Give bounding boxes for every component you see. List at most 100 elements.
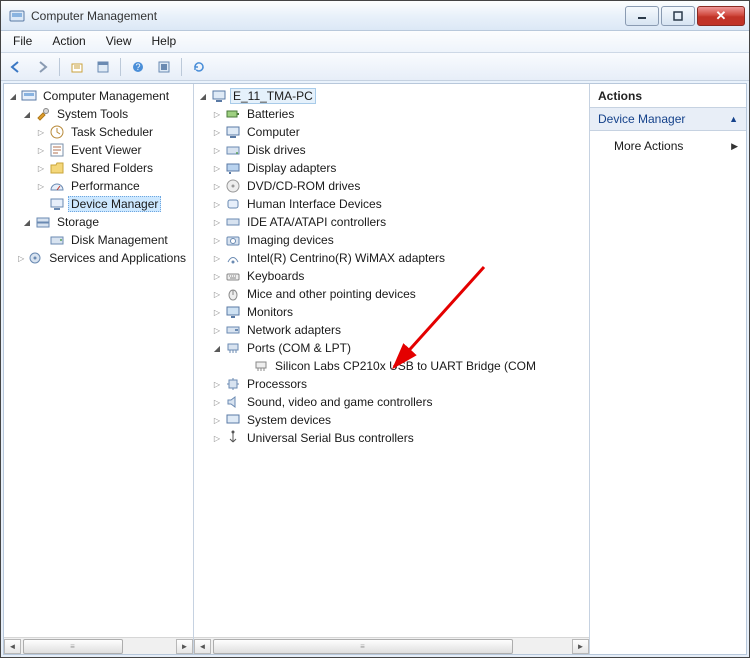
expander-icon[interactable]: [210, 233, 224, 247]
properties-button[interactable]: [92, 56, 114, 78]
clock-icon: [49, 124, 65, 140]
tree-label: Event Viewer: [71, 143, 141, 157]
expander-icon[interactable]: [34, 161, 48, 175]
expander-icon[interactable]: [34, 125, 48, 139]
forward-button[interactable]: [31, 56, 53, 78]
scroll-left-icon[interactable]: ◄: [194, 639, 211, 654]
tree-system-tools[interactable]: System Tools: [6, 105, 193, 123]
tree-shared-folders[interactable]: Shared Folders: [6, 159, 193, 177]
expander-icon[interactable]: [20, 107, 34, 121]
device-tree[interactable]: E_11_TMA-PC Batteries Computer Disk driv…: [194, 84, 589, 637]
dev-display[interactable]: Display adapters: [196, 159, 589, 177]
tree-task-scheduler[interactable]: Task Scheduler: [6, 123, 193, 141]
dev-monitors[interactable]: Monitors: [196, 303, 589, 321]
tree-event-viewer[interactable]: Event Viewer: [6, 141, 193, 159]
dev-network[interactable]: Network adapters: [196, 321, 589, 339]
center-h-scrollbar[interactable]: ◄ ≡ ►: [194, 637, 589, 654]
actions-section[interactable]: Device Manager ▲: [590, 108, 746, 131]
tree-label: Human Interface Devices: [247, 197, 382, 211]
dev-batteries[interactable]: Batteries: [196, 105, 589, 123]
expander-icon[interactable]: [210, 197, 224, 211]
refresh-button[interactable]: [188, 56, 210, 78]
expander-icon[interactable]: [210, 377, 224, 391]
expander-icon[interactable]: [210, 161, 224, 175]
expander-icon[interactable]: [34, 143, 48, 157]
device-tree-pane: E_11_TMA-PC Batteries Computer Disk driv…: [194, 84, 590, 654]
dev-disk-drives[interactable]: Disk drives: [196, 141, 589, 159]
dev-mice[interactable]: Mice and other pointing devices: [196, 285, 589, 303]
expander-icon[interactable]: [196, 89, 210, 103]
expander-icon[interactable]: [210, 143, 224, 157]
expander-icon[interactable]: [210, 269, 224, 283]
left-h-scrollbar[interactable]: ◄ ≡ ►: [4, 637, 193, 654]
dev-keyboards[interactable]: Keyboards: [196, 267, 589, 285]
toolbar-separator: [59, 58, 60, 76]
dev-wimax[interactable]: Intel(R) Centrino(R) WiMAX adapters: [196, 249, 589, 267]
expander-icon[interactable]: [210, 431, 224, 445]
scroll-right-icon[interactable]: ►: [176, 639, 193, 654]
tree-label: Task Scheduler: [71, 125, 153, 139]
help-button[interactable]: ?: [127, 56, 149, 78]
dev-processors[interactable]: Processors: [196, 375, 589, 393]
dev-hid[interactable]: Human Interface Devices: [196, 195, 589, 213]
menu-action[interactable]: Action: [42, 31, 95, 52]
dev-ports[interactable]: Ports (COM & LPT): [196, 339, 589, 357]
cpu-icon: [225, 376, 241, 392]
dev-computer[interactable]: Computer: [196, 123, 589, 141]
dev-sound[interactable]: Sound, video and game controllers: [196, 393, 589, 411]
storage-icon: [35, 214, 51, 230]
scroll-thumb[interactable]: ≡: [23, 639, 123, 654]
scroll-right-icon[interactable]: ►: [572, 639, 589, 654]
dev-ports-child[interactable]: Silicon Labs CP210x USB to UART Bridge (…: [196, 357, 589, 375]
expander-icon[interactable]: [210, 179, 224, 193]
scroll-thumb[interactable]: ≡: [213, 639, 513, 654]
dev-imaging[interactable]: Imaging devices: [196, 231, 589, 249]
up-button[interactable]: [66, 56, 88, 78]
console-tree[interactable]: Computer Management System Tools Task Sc…: [4, 84, 193, 637]
expander-icon[interactable]: [210, 305, 224, 319]
expander-icon[interactable]: [210, 215, 224, 229]
tree-disk-management[interactable]: Disk Management: [6, 231, 193, 249]
dev-usb[interactable]: Universal Serial Bus controllers: [196, 429, 589, 447]
tree-label: Keyboards: [247, 269, 304, 283]
expander-icon: [34, 197, 48, 211]
expander-icon: [34, 233, 48, 247]
show-hide-button[interactable]: [153, 56, 175, 78]
tree-label: Mice and other pointing devices: [247, 287, 416, 301]
dev-dvd[interactable]: DVD/CD-ROM drives: [196, 177, 589, 195]
services-icon: [27, 250, 43, 266]
expander-icon[interactable]: [20, 215, 34, 229]
actions-more[interactable]: More Actions ▶: [590, 131, 746, 161]
expander-icon[interactable]: [210, 323, 224, 337]
maximize-button[interactable]: [661, 6, 695, 26]
expander-icon[interactable]: [210, 341, 224, 355]
tree-label: Monitors: [247, 305, 293, 319]
expander-icon[interactable]: [210, 395, 224, 409]
expander-icon[interactable]: [34, 179, 48, 193]
tree-storage[interactable]: Storage: [6, 213, 193, 231]
expander-icon[interactable]: [210, 413, 224, 427]
dev-ide[interactable]: IDE ATA/ATAPI controllers: [196, 213, 589, 231]
scroll-left-icon[interactable]: ◄: [4, 639, 21, 654]
collapse-icon[interactable]: ▲: [729, 114, 738, 124]
close-button[interactable]: ✕: [697, 6, 745, 26]
tree-device-manager[interactable]: Device Manager: [6, 195, 193, 213]
expander-icon[interactable]: [210, 287, 224, 301]
menu-file[interactable]: File: [3, 31, 42, 52]
menu-view[interactable]: View: [96, 31, 142, 52]
tree-root[interactable]: Computer Management: [6, 87, 193, 105]
tree-label: Display adapters: [247, 161, 336, 175]
tree-services-apps[interactable]: Services and Applications: [6, 249, 193, 267]
expander-icon[interactable]: [210, 107, 224, 121]
expander-icon[interactable]: [16, 251, 26, 265]
expander-icon[interactable]: [6, 89, 20, 103]
expander-icon[interactable]: [210, 125, 224, 139]
dev-system[interactable]: System devices: [196, 411, 589, 429]
back-button[interactable]: [5, 56, 27, 78]
minimize-button[interactable]: [625, 6, 659, 26]
device-root[interactable]: E_11_TMA-PC: [196, 87, 589, 105]
expander-icon[interactable]: [210, 251, 224, 265]
titlebar[interactable]: Computer Management ✕: [1, 1, 749, 31]
menu-help[interactable]: Help: [142, 31, 187, 52]
tree-performance[interactable]: Performance: [6, 177, 193, 195]
